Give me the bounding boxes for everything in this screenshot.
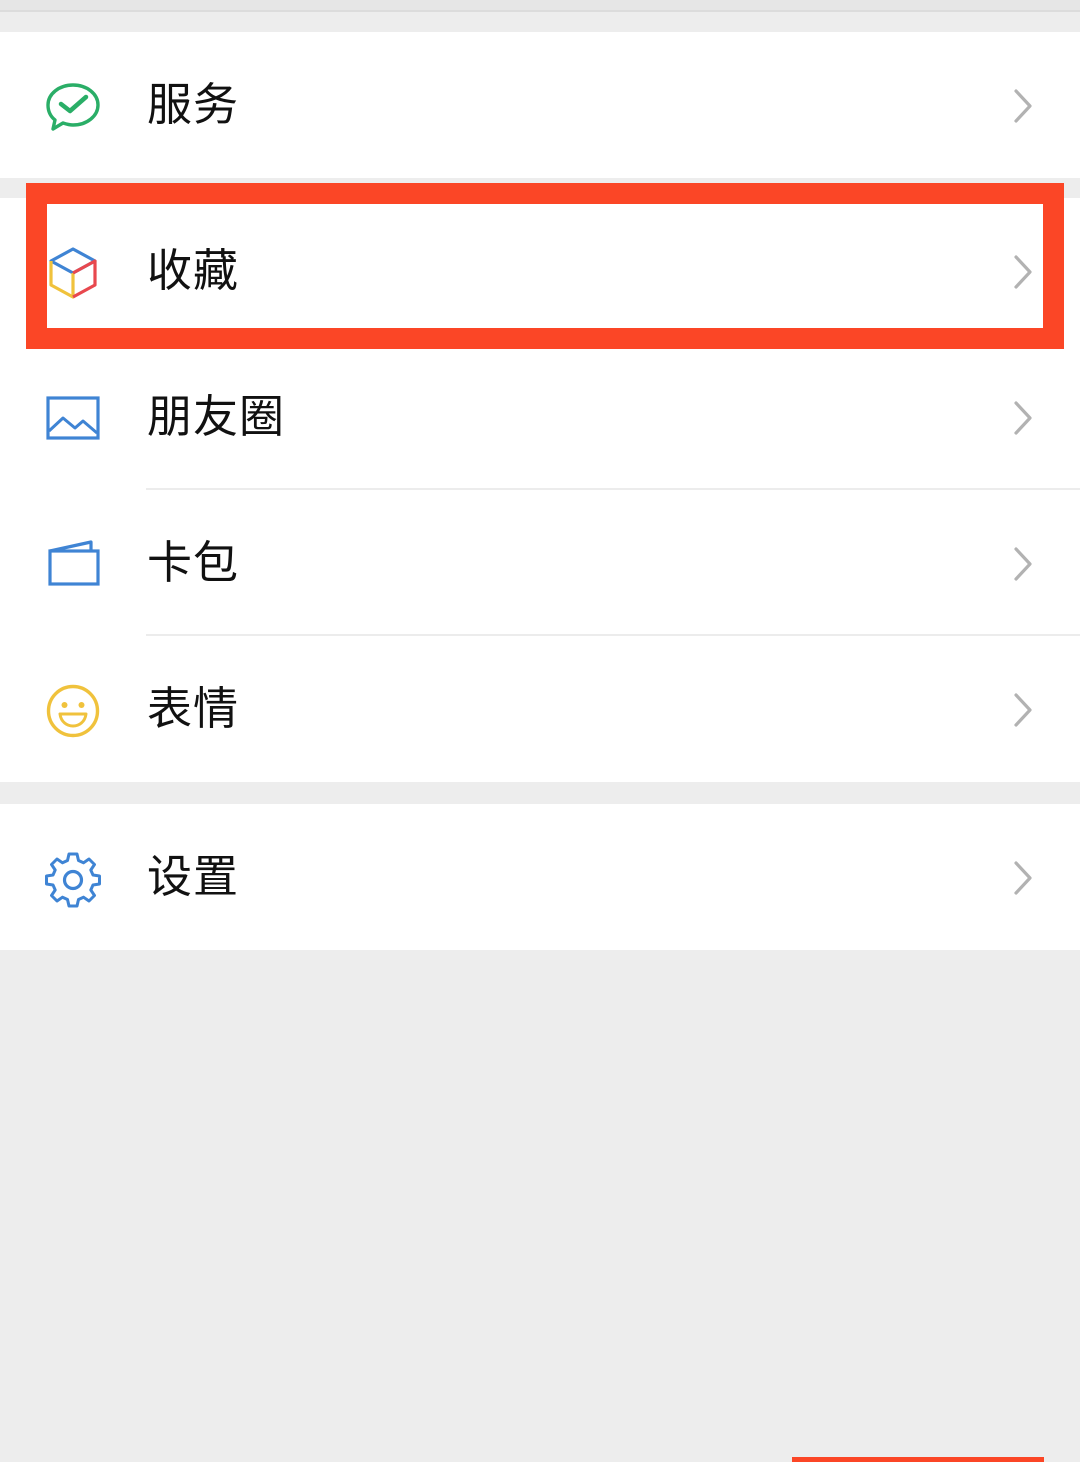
cards-label: 卡包 — [147, 536, 240, 589]
menu-item-services[interactable]: 服务 — [0, 32, 1080, 178]
cube-icon — [44, 244, 102, 302]
chevron-right-icon — [1008, 252, 1038, 292]
chevron-right-icon — [1008, 398, 1038, 438]
services-group: 服务 — [0, 32, 1080, 178]
chevron-right-icon — [1008, 858, 1038, 898]
services-label: 服务 — [147, 78, 240, 131]
settings-label: 设置 — [147, 850, 240, 903]
top-separator — [0, 0, 1080, 10]
menu-item-stickers[interactable]: 表情 — [0, 636, 1080, 782]
main-group: 收藏 朋友圈 卡包 表情 — [0, 198, 1080, 782]
bottom-red-accent — [792, 1457, 1044, 1462]
favorites-label: 收藏 — [147, 244, 240, 297]
menu-item-favorites[interactable]: 收藏 — [0, 198, 1080, 344]
chevron-right-icon — [1008, 690, 1038, 730]
wallet-icon — [44, 536, 102, 594]
moments-label: 朋友圈 — [147, 390, 286, 443]
menu-item-settings[interactable]: 设置 — [0, 804, 1080, 950]
stickers-label: 表情 — [147, 682, 240, 735]
chevron-right-icon — [1008, 544, 1038, 584]
gear-icon — [44, 850, 102, 908]
chevron-right-icon — [1008, 86, 1038, 126]
wechat-pay-check-icon — [44, 78, 102, 136]
image-landscape-icon — [44, 390, 102, 448]
menu-item-moments[interactable]: 朋友圈 — [0, 344, 1080, 490]
menu-item-cards[interactable]: 卡包 — [0, 490, 1080, 636]
smiley-face-icon — [44, 682, 102, 740]
settings-group: 设置 — [0, 804, 1080, 950]
top-separator-line — [0, 10, 1080, 12]
